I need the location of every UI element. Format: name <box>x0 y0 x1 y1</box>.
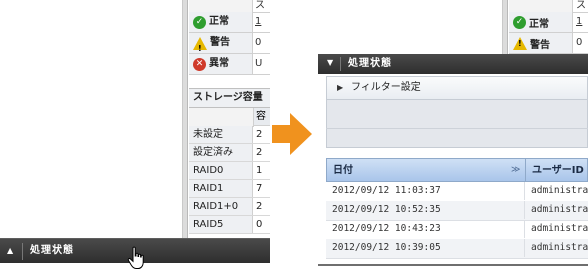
filter-settings-toggle[interactable]: ▶ フィルター設定 <box>326 76 588 100</box>
summary-panel: ス ✓ 正常 1 ! 警告 0 ✕ 異常 U ストレージ容量 容 未設定 2 設定済み 2… <box>189 0 270 238</box>
divider <box>326 128 588 129</box>
summary-panel: ス ✓ 正常 1 ! 警告 0 <box>509 0 588 54</box>
status-count-link[interactable]: 1 <box>576 12 582 32</box>
storage-row: RAID5 0 <box>189 216 270 234</box>
processing-status-title: 処理状態 <box>348 58 392 69</box>
error-circle-icon: ✕ <box>193 57 206 71</box>
storage-row: RAID1+0 2 <box>189 198 270 216</box>
expand-right-triangle-icon: ▶ <box>337 83 344 92</box>
filter-settings-label: フィルター設定 <box>351 82 421 93</box>
hand-cursor-icon <box>127 246 144 269</box>
processing-status-bar[interactable]: ▼ 処理状態 <box>318 54 588 74</box>
storage-row: 未設定 2 <box>189 126 270 144</box>
status-count-link[interactable]: 1 <box>255 12 261 32</box>
main-content-area <box>318 0 503 54</box>
expand-triangle-icon[interactable]: ▲ <box>7 246 13 255</box>
after-screenshot: ス ✓ 正常 1 ! 警告 0 ▼ 処理状態 ▶ フィルター設定 日付 ≫ ユーザー… <box>318 0 588 271</box>
storage-capacity-title: ストレージ容量 <box>189 88 270 108</box>
status-row-error: ✕ 異常 U <box>189 54 270 75</box>
column-header-user-id[interactable]: ユーザーID <box>532 159 584 182</box>
table-row[interactable]: 2012/09/12 10:39:05administrator <box>326 239 588 259</box>
table-row[interactable]: 2012/09/12 10:52:35administrator <box>326 201 588 221</box>
storage-row: RAID1 7 <box>189 180 270 198</box>
storage-row: 設定済み 2 <box>189 144 270 162</box>
warning-triangle-icon: ! <box>193 36 207 53</box>
before-screenshot: ス ✓ 正常 1 ! 警告 0 ✕ 異常 U ストレージ容量 容 未設定 2 設定済み 2… <box>0 0 270 271</box>
status-row-normal: ✓ 正常 1 <box>509 12 588 33</box>
splitter[interactable] <box>183 0 188 238</box>
table-row[interactable]: 2012/09/12 10:43:23administrator <box>326 220 588 240</box>
column-header-date[interactable]: 日付 <box>333 159 353 182</box>
main-content-area <box>0 0 183 238</box>
sort-menu-icon[interactable]: ≫ <box>511 159 520 182</box>
check-circle-icon: ✓ <box>193 15 206 29</box>
collapse-triangle-icon[interactable]: ▼ <box>327 58 333 67</box>
table-row[interactable]: 2012/09/12 11:03:37administrator <box>326 182 588 202</box>
status-row-warning: ! 警告 0 <box>509 33 588 54</box>
storage-table-header: 容 <box>189 108 270 127</box>
processing-status-title: 処理状態 <box>30 245 74 256</box>
log-grid-header: 日付 ≫ ユーザーID <box>326 158 588 182</box>
status-row-warning: ! 警告 0 <box>189 33 270 54</box>
storage-row: RAID0 1 <box>189 162 270 180</box>
transition-arrow-icon <box>272 113 312 155</box>
bottom-border <box>318 264 588 266</box>
check-circle-icon: ✓ <box>513 15 526 29</box>
status-row-normal: ✓ 正常 1 <box>189 12 270 33</box>
splitter[interactable] <box>503 0 508 54</box>
warning-triangle-icon: ! <box>513 36 527 50</box>
